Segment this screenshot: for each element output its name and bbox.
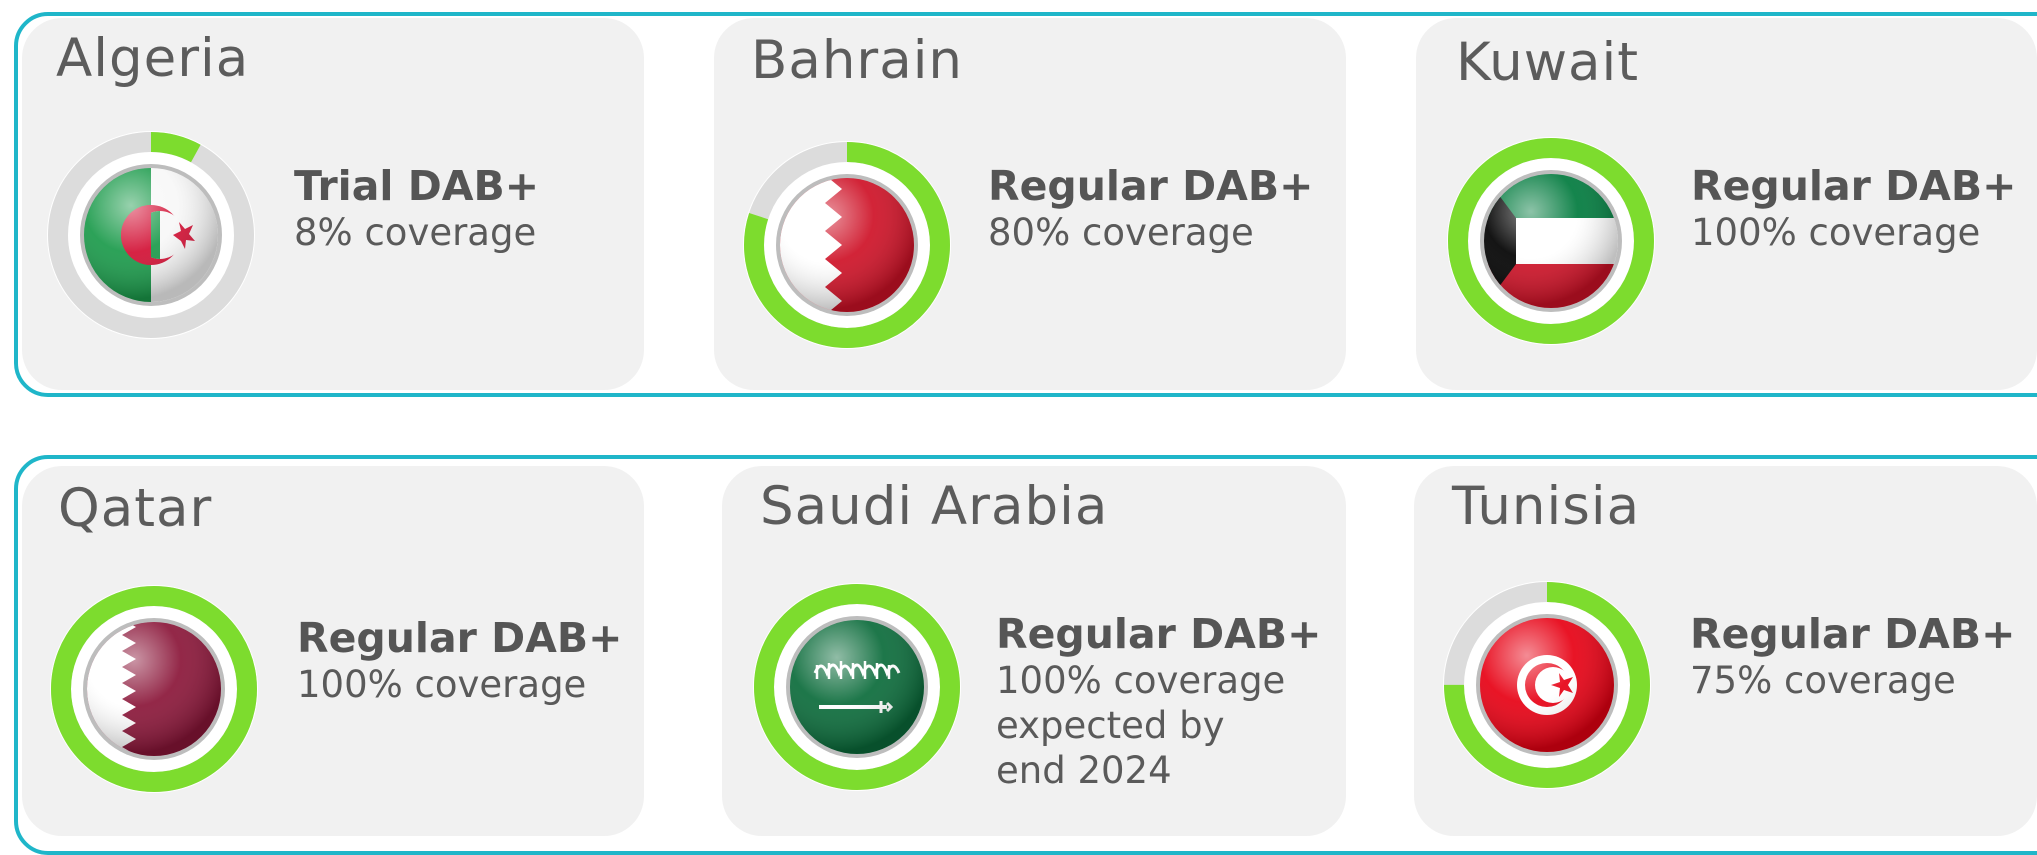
coverage-text: 80% coverage	[988, 211, 1254, 254]
coverage-text: 100% coverage	[996, 659, 1286, 702]
country-name: Tunisia	[1452, 476, 1641, 537]
coverage-gauge	[742, 140, 952, 350]
coverage-text: end 2024	[996, 749, 1172, 792]
coverage-gauge	[1446, 136, 1656, 346]
coverage-info: Trial DAB+ 8% coverage	[294, 162, 539, 255]
coverage-gauge	[46, 130, 256, 340]
coverage-text: 100% coverage	[1691, 211, 1981, 254]
country-name: Qatar	[58, 478, 213, 539]
coverage-text: 8% coverage	[294, 211, 537, 254]
coverage-gauge	[752, 582, 962, 792]
coverage-info: Regular DAB+ 75% coverage	[1690, 610, 2016, 703]
country-card-qatar: Qatar Regular DAB+ 100% coverage	[22, 466, 644, 836]
coverage-text: expected by	[996, 704, 1225, 747]
coverage-info: Regular DAB+ 80% coverage	[988, 162, 1314, 255]
coverage-text: 75% coverage	[1690, 659, 1956, 702]
gauge-svg	[1443, 581, 1651, 789]
country-name: Bahrain	[751, 30, 964, 91]
country-name: Algeria	[56, 28, 250, 89]
gauge-svg	[47, 131, 255, 339]
coverage-gauge	[1442, 580, 1652, 790]
broadcast-status: Regular DAB+	[996, 610, 1322, 658]
gauge-svg	[743, 141, 951, 349]
coverage-info: Regular DAB+ 100% coverage expected by e…	[996, 610, 1322, 793]
broadcast-status: Regular DAB+	[297, 614, 623, 662]
country-card-saudi-arabia: Saudi Arabia Regular DAB+ 100% coverage …	[722, 466, 1346, 836]
broadcast-status: Regular DAB+	[1690, 610, 2016, 658]
gauge-svg	[1447, 137, 1655, 345]
country-name: Saudi Arabia	[760, 476, 1109, 537]
coverage-info: Regular DAB+ 100% coverage	[297, 614, 623, 707]
coverage-info: Regular DAB+ 100% coverage	[1691, 162, 2017, 255]
coverage-gauge	[49, 584, 259, 794]
broadcast-status: Regular DAB+	[1691, 162, 2017, 210]
broadcast-status: Regular DAB+	[988, 162, 1314, 210]
broadcast-status: Trial DAB+	[294, 162, 540, 210]
country-card-tunisia: Tunisia Regular DAB+ 75% coverage	[1414, 466, 2037, 836]
coverage-text: 100% coverage	[297, 663, 587, 706]
country-card-bahrain: Bahrain Regular DAB+ 80% coverage	[714, 18, 1346, 390]
gauge-svg	[753, 583, 961, 791]
country-card-kuwait: Kuwait Regular DAB+ 100% coverage	[1416, 18, 2037, 390]
country-card-algeria: Algeria Trial DAB+ 8% coverage	[22, 18, 644, 390]
gauge-svg	[50, 585, 258, 793]
country-name: Kuwait	[1456, 32, 1640, 93]
